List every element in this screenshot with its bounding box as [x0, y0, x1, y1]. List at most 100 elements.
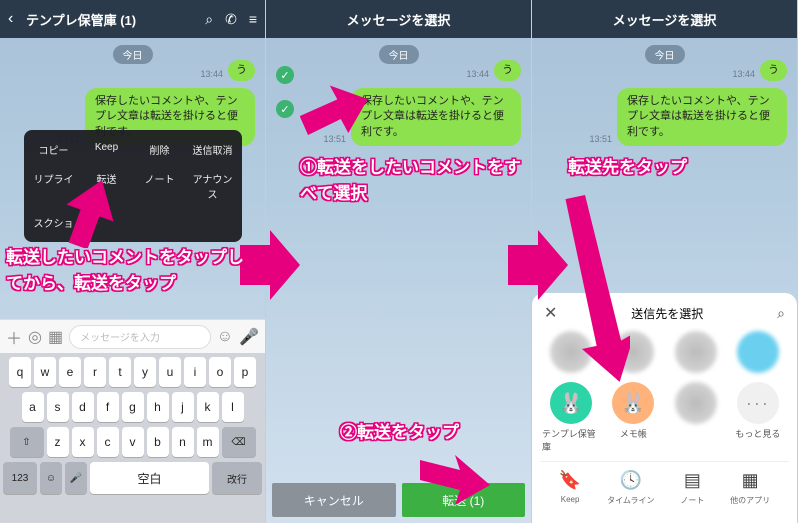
key-i[interactable]: i — [184, 357, 206, 387]
chat-title: テンプレ保管庫 (1) — [26, 10, 205, 29]
key-y[interactable]: y — [134, 357, 156, 387]
key-s[interactable]: s — [47, 392, 69, 422]
clock-icon: 🕓 — [620, 470, 642, 491]
key-shift[interactable]: ⇧ — [10, 427, 44, 457]
contact-memo[interactable]: 🐰メモ帳 — [604, 382, 662, 453]
key-q[interactable]: q — [9, 357, 31, 387]
more-icon: ··· — [737, 382, 779, 424]
select-header: メッセージを選択 — [532, 0, 797, 38]
note-icon: ▤ — [684, 470, 701, 491]
key-p[interactable]: p — [234, 357, 256, 387]
call-icon[interactable]: ✆ — [225, 11, 237, 28]
step-arrow-icon — [508, 230, 568, 300]
key-g[interactable]: g — [122, 392, 144, 422]
key-b[interactable]: b — [147, 427, 169, 457]
key-emoji[interactable]: ☺ — [40, 462, 62, 494]
app-other[interactable]: ▦他のアプリ — [730, 470, 770, 506]
pointer-arrow-icon — [420, 450, 490, 510]
message-bubble[interactable]: 保存したいコメントや、テンプレ文章は転送を掛けると便利です。 — [617, 88, 787, 146]
key-z[interactable]: z — [47, 427, 69, 457]
message-bubble[interactable]: う — [760, 60, 787, 81]
date-label: 今日 — [645, 45, 685, 64]
context-menu: コピー Keep 削除 送信取消 リプライ 転送 ノート アナウンス スクショ — [24, 130, 242, 242]
menu-keep[interactable]: Keep — [81, 136, 132, 163]
select-checkbox[interactable]: ✓ — [276, 100, 294, 118]
contact[interactable] — [667, 331, 725, 376]
select-checkbox[interactable]: ✓ — [276, 66, 294, 84]
message-bubble[interactable]: 保存したいコメントや、テンプレ文章は転送を掛けると便利です。 — [351, 88, 521, 146]
contact[interactable] — [667, 382, 725, 453]
key-v[interactable]: v — [122, 427, 144, 457]
rabbit-icon: 🐰 — [612, 382, 654, 424]
keyboard: q w e r t y u i o p a s d f g h j k l ⇧ … — [0, 353, 265, 523]
menu-unsend[interactable]: 送信取消 — [187, 136, 238, 163]
search-icon[interactable]: ⌕ — [205, 11, 213, 28]
camera-icon[interactable]: ◎ — [28, 327, 42, 347]
key-k[interactable]: k — [197, 392, 219, 422]
key-x[interactable]: x — [72, 427, 94, 457]
key-backspace[interactable]: ⌫ — [222, 427, 256, 457]
key-e[interactable]: e — [59, 357, 81, 387]
input-bar: ＋ ◎ ▦ メッセージを入力 ☺ 🎤 — [0, 319, 265, 353]
timestamp: 13:44 — [732, 69, 755, 79]
menu-copy[interactable]: コピー — [28, 136, 79, 163]
key-return[interactable]: 改行 — [212, 462, 262, 494]
timestamp: 13:44 — [466, 69, 489, 79]
key-r[interactable]: r — [84, 357, 106, 387]
plus-icon[interactable]: ＋ — [6, 325, 22, 349]
key-j[interactable]: j — [172, 392, 194, 422]
pointer-arrow-icon — [300, 85, 370, 155]
key-t[interactable]: t — [109, 357, 131, 387]
grid-icon: ▦ — [742, 470, 759, 491]
menu-icon[interactable]: ≡ — [249, 11, 257, 28]
emoji-icon[interactable]: ☺ — [217, 328, 233, 346]
key-a[interactable]: a — [22, 392, 44, 422]
key-w[interactable]: w — [34, 357, 56, 387]
timestamp: 13:44 — [200, 69, 223, 79]
timestamp: 13:51 — [589, 134, 612, 144]
key-123[interactable]: 123 — [3, 462, 37, 494]
key-l[interactable]: l — [222, 392, 244, 422]
key-n[interactable]: n — [172, 427, 194, 457]
app-note[interactable]: ▤ノート — [680, 470, 704, 506]
key-h[interactable]: h — [147, 392, 169, 422]
date-label: 今日 — [113, 45, 153, 64]
cancel-button[interactable]: キャンセル — [272, 483, 396, 517]
select-header: メッセージを選択 — [266, 0, 531, 38]
date-label: 今日 — [379, 45, 419, 64]
key-o[interactable]: o — [209, 357, 231, 387]
message-bubble[interactable]: う — [228, 60, 255, 81]
contact-more[interactable]: ···もっと見る — [729, 382, 787, 453]
key-m[interactable]: m — [197, 427, 219, 457]
rabbit-icon: 🐰 — [550, 382, 592, 424]
menu-delete[interactable]: 削除 — [134, 136, 185, 163]
key-u[interactable]: u — [159, 357, 181, 387]
mic-icon[interactable]: 🎤 — [239, 327, 259, 347]
key-mic[interactable]: 🎤 — [65, 462, 87, 494]
image-icon[interactable]: ▦ — [48, 327, 63, 347]
screen-1: ‹ テンプレ保管庫 (1) ⌕ ✆ ≡ 今日 13:44 う 13:51 保存し… — [0, 0, 266, 523]
app-keep[interactable]: 🔖Keep — [559, 470, 581, 506]
message-input[interactable]: メッセージを入力 — [69, 325, 211, 349]
menu-note[interactable]: ノート — [134, 165, 185, 207]
key-f[interactable]: f — [97, 392, 119, 422]
message-bubble[interactable]: う — [494, 60, 521, 81]
step-arrow-icon — [240, 230, 300, 300]
sheet-title: 送信先を選択 — [631, 305, 703, 322]
chat-header: ‹ テンプレ保管庫 (1) ⌕ ✆ ≡ — [0, 0, 265, 38]
app-timeline[interactable]: 🕓タイムライン — [607, 470, 654, 506]
close-icon[interactable]: ✕ — [544, 303, 557, 323]
key-space[interactable]: 空白 — [90, 462, 209, 494]
back-icon[interactable]: ‹ — [8, 10, 26, 28]
pointer-arrow-icon — [60, 178, 120, 248]
pointer-arrow-icon — [560, 195, 630, 385]
search-icon[interactable]: ⌕ — [777, 305, 785, 322]
header-title: メッセージを選択 — [540, 10, 789, 29]
key-c[interactable]: c — [97, 427, 119, 457]
app-row: 🔖Keep 🕓タイムライン ▤ノート ▦他のアプリ — [540, 461, 789, 510]
contact[interactable] — [729, 331, 787, 376]
key-d[interactable]: d — [72, 392, 94, 422]
contact-template[interactable]: 🐰テンプレ保管庫 — [542, 382, 600, 453]
menu-announce[interactable]: アナウンス — [187, 165, 238, 207]
bookmark-icon: 🔖 — [559, 470, 581, 491]
